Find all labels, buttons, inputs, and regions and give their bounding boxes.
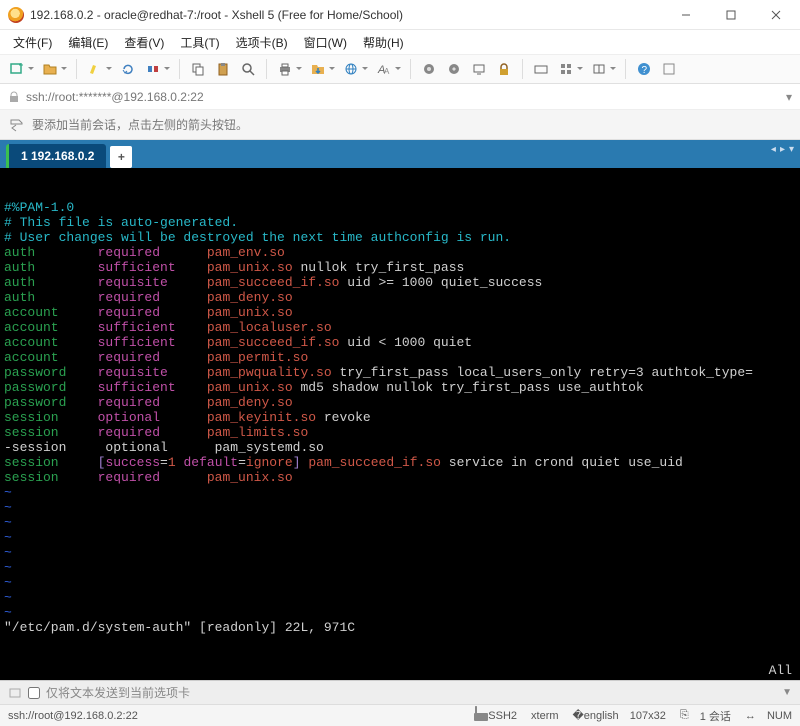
- send-label: 仅将文本发送到当前选项卡: [46, 684, 190, 701]
- separator: [266, 59, 267, 79]
- web-button[interactable]: [340, 58, 362, 80]
- menu-bar: 文件(F) 编辑(E) 查看(V) 工具(T) 选项卡(B) 窗口(W) 帮助(…: [0, 30, 800, 54]
- open-button[interactable]: [39, 58, 61, 80]
- xagent-button[interactable]: [418, 58, 440, 80]
- info-bar: 要添加当前会话，点击左侧的箭头按钮。: [0, 110, 800, 140]
- minimize-button[interactable]: [663, 0, 708, 30]
- send-dropdown-icon[interactable]: ▼: [782, 687, 792, 698]
- xftp-button[interactable]: [443, 58, 465, 80]
- address-bar[interactable]: ssh://root:*******@192.168.0.2:22 ▾: [0, 84, 800, 110]
- svg-text:?: ?: [642, 65, 648, 76]
- send-checkbox[interactable]: [28, 687, 40, 699]
- keyboard-button[interactable]: [530, 58, 552, 80]
- reconnect-button[interactable]: [117, 58, 139, 80]
- tab-next-icon[interactable]: ▸: [780, 144, 785, 155]
- status-connection: ssh://root@192.168.0.2:22: [8, 710, 138, 722]
- add-session-icon[interactable]: [8, 117, 24, 133]
- status-bar: ssh://root@192.168.0.2:22 SSH2 xterm �en…: [0, 704, 800, 726]
- layout-button[interactable]: [555, 58, 577, 80]
- separator: [76, 59, 77, 79]
- print-button[interactable]: [274, 58, 296, 80]
- highlight-button[interactable]: [84, 58, 106, 80]
- status-protocol: SSH2: [475, 710, 517, 722]
- terminal-position: All: [769, 663, 792, 678]
- separator: [522, 59, 523, 79]
- separator: [625, 59, 626, 79]
- lock-icon: [475, 706, 477, 719]
- screen-button[interactable]: [468, 58, 490, 80]
- status-term: xterm: [531, 710, 559, 722]
- app-icon: [8, 7, 24, 23]
- copy-button[interactable]: [187, 58, 209, 80]
- lock-button[interactable]: [493, 58, 515, 80]
- tab-prev-icon[interactable]: ◂: [771, 144, 776, 155]
- tab-bar: 1 192.168.0.2 + ◂ ▸ ▾: [0, 140, 800, 168]
- menu-help[interactable]: 帮助(H): [356, 32, 411, 53]
- split-button[interactable]: [588, 58, 610, 80]
- separator: [410, 59, 411, 79]
- menu-window[interactable]: 窗口(W): [297, 32, 354, 53]
- menu-tabs[interactable]: 选项卡(B): [229, 32, 295, 53]
- toolbar: AA ?: [0, 54, 800, 84]
- menu-edit[interactable]: 编辑(E): [61, 32, 115, 53]
- font-button[interactable]: AA: [373, 58, 395, 80]
- new-tab-button[interactable]: +: [110, 146, 132, 168]
- menu-tools[interactable]: 工具(T): [173, 32, 226, 53]
- send-bar: 仅将文本发送到当前选项卡 ▼: [0, 680, 800, 704]
- window-title: 192.168.0.2 - oracle@redhat-7:/root - Xs…: [30, 8, 663, 22]
- status-size: �english 107x32: [573, 709, 666, 722]
- disconnect-button[interactable]: [142, 58, 164, 80]
- maximize-button[interactable]: [708, 0, 753, 30]
- session-tab[interactable]: 1 192.168.0.2: [6, 144, 106, 168]
- find-button[interactable]: [237, 58, 259, 80]
- tab-label: 1 192.168.0.2: [21, 149, 94, 163]
- menu-file[interactable]: 文件(F): [6, 32, 59, 53]
- status-numlock: ↔ NUM: [745, 710, 792, 722]
- paste-button[interactable]: [212, 58, 234, 80]
- help-button[interactable]: ?: [633, 58, 655, 80]
- info-text: 要添加当前会话，点击左侧的箭头按钮。: [32, 116, 248, 133]
- address-text: ssh://root:*******@192.168.0.2:22: [26, 90, 204, 104]
- send-icon: [8, 686, 22, 700]
- title-bar: 192.168.0.2 - oracle@redhat-7:/root - Xs…: [0, 0, 800, 30]
- close-button[interactable]: [753, 0, 798, 30]
- address-dropdown-icon[interactable]: ▾: [786, 90, 792, 104]
- lock-icon: [8, 91, 20, 103]
- status-sessions: ⎘ 1 会话: [680, 708, 731, 724]
- tab-nav: ◂ ▸ ▾: [771, 144, 794, 155]
- separator: [179, 59, 180, 79]
- tab-list-icon[interactable]: ▾: [789, 144, 794, 155]
- svg-text:A: A: [384, 67, 390, 76]
- terminal[interactable]: #%PAM-1.0# This file is auto-generated.#…: [0, 168, 800, 680]
- transfer-button[interactable]: [307, 58, 329, 80]
- menu-view[interactable]: 查看(V): [117, 32, 171, 53]
- new-session-button[interactable]: [6, 58, 28, 80]
- fullscreen-button[interactable]: [658, 58, 680, 80]
